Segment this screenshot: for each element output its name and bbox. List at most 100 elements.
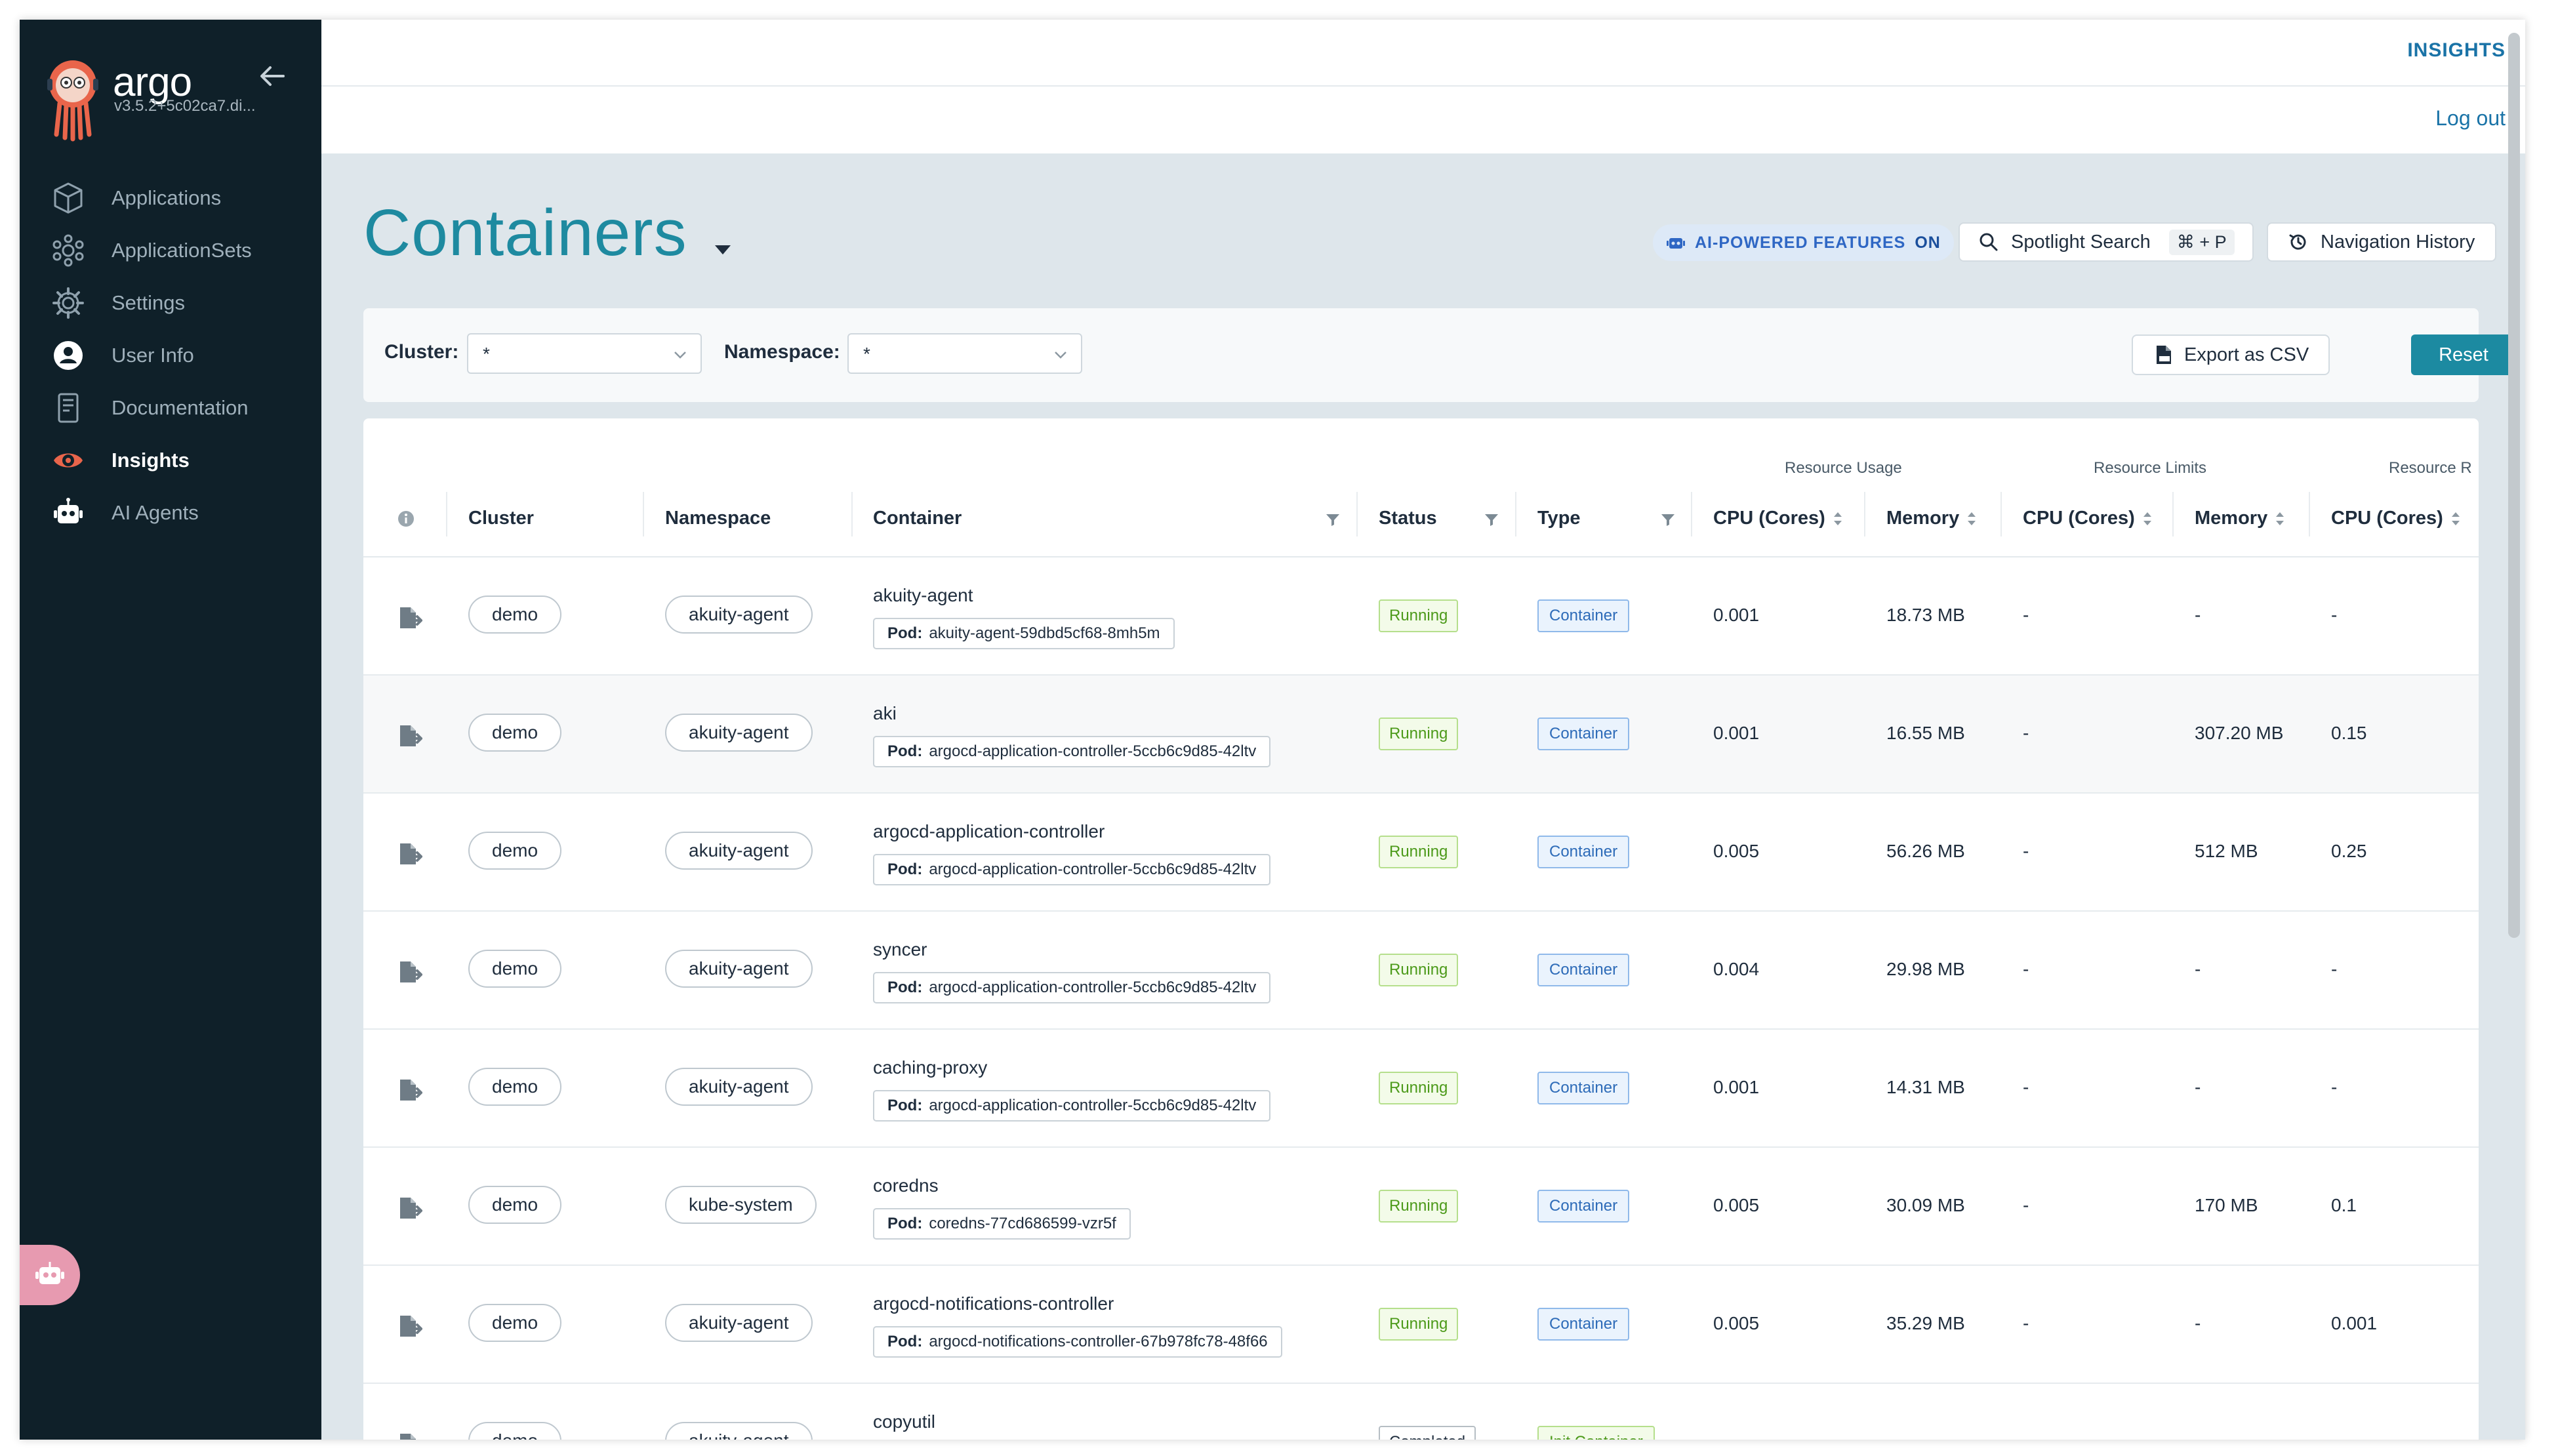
container-name: aki: [873, 703, 897, 723]
main-area: INSIGHTS Log out Containers AI-POWERED F…: [321, 20, 2525, 1440]
column-header-usage-cpu[interactable]: CPU (Cores): [1713, 508, 1844, 529]
column-header-namespace[interactable]: Namespace: [665, 508, 771, 529]
column-header-limit-memory[interactable]: Memory: [2195, 508, 2286, 529]
cluster-tag[interactable]: demo: [468, 596, 562, 634]
namespace-tag[interactable]: akuity-agent: [665, 832, 813, 870]
insights-link[interactable]: INSIGHTS: [2407, 39, 2506, 62]
argo-logo[interactable]: [43, 52, 102, 144]
chevron-down-icon: [674, 352, 686, 359]
container-name: copyutil: [873, 1411, 935, 1432]
info-icon[interactable]: [396, 509, 416, 529]
cluster-select[interactable]: *: [467, 333, 702, 374]
filter-icon[interactable]: [1659, 510, 1677, 529]
filter-icon[interactable]: [1482, 510, 1501, 529]
cluster-tag[interactable]: demo: [468, 1304, 562, 1342]
pod-tag[interactable]: Pod: argocd-notifications-controller-67b9…: [873, 1326, 1282, 1358]
cube-icon: [54, 182, 83, 214]
cluster-tag[interactable]: demo: [468, 1068, 562, 1106]
column-header-status[interactable]: Status: [1379, 508, 1437, 529]
ai-features-toggle[interactable]: AI-POWERED FEATURES ON: [1653, 224, 1954, 261]
sidebar-item-documentation[interactable]: Documentation: [20, 382, 321, 434]
table-row[interactable]: demo akuity-agent argocd-application-contr…: [363, 794, 2479, 912]
open-logs-icon[interactable]: [396, 605, 422, 631]
open-logs-icon[interactable]: [396, 959, 422, 985]
app-window: argo v3.5.2+5c02ca7.di... Applications A…: [20, 20, 2525, 1440]
sidebar-item-ai-agents[interactable]: AI Agents: [20, 487, 321, 539]
namespace-select[interactable]: *: [847, 333, 1082, 374]
namespace-tag[interactable]: akuity-agent: [665, 714, 813, 752]
namespace-tag[interactable]: akuity-agent: [665, 1304, 813, 1342]
table-row[interactable]: demoakuity-agentcopyutilPod:argocd-appli…: [363, 1384, 2479, 1440]
pod-tag[interactable]: Pod: akuity-agent-59dbd5cf68-8mh5m: [873, 618, 1175, 649]
cluster-tag[interactable]: demo: [468, 714, 562, 752]
column-header-limit-cpu[interactable]: CPU (Cores): [2023, 508, 2153, 529]
table-row[interactable]: demo akuity-agent akuity-agent Pod: akuity-a…: [363, 557, 2479, 676]
usage-memory-cell: 56.26 MB: [1886, 841, 1965, 861]
open-logs-icon[interactable]: [396, 723, 422, 749]
sidebar-item-settings[interactable]: Settings: [20, 277, 321, 329]
usage-cpu-cell: 0.005: [1713, 1195, 1760, 1215]
export-csv-button[interactable]: Export as CSV: [2132, 334, 2330, 375]
namespace-tag[interactable]: kube-system: [665, 1186, 817, 1224]
request-cpu-cell: 0.001: [2331, 1313, 2378, 1333]
logout-link[interactable]: Log out: [2435, 106, 2506, 131]
pod-prefix: Pod:: [887, 624, 923, 642]
navigation-history-button[interactable]: Navigation History: [2267, 222, 2496, 262]
usage-memory-cell: 29.98 MB: [1886, 959, 1965, 979]
pod-tag[interactable]: Pod: argocd-application-controller-5ccb6c…: [873, 1090, 1271, 1122]
sidebar-item-user-info[interactable]: User Info: [20, 329, 321, 382]
column-header-request-cpu[interactable]: CPU (Cores): [2331, 508, 2462, 529]
pod-tag[interactable]: Pod: argocd-application-controller-5ccb6c…: [873, 736, 1271, 767]
sidebar-item-applicationsets[interactable]: ApplicationSets: [20, 224, 321, 277]
namespace-tag[interactable]: akuity-agent: [665, 1422, 813, 1440]
table-row[interactable]: demo akuity-agent argocd-notifications-con…: [363, 1266, 2479, 1384]
gear-icon: [52, 287, 84, 319]
reset-button[interactable]: Reset: [2411, 334, 2516, 375]
app-version: v3.5.2+5c02ca7.di...: [114, 97, 256, 115]
caret-down-icon[interactable]: [710, 236, 736, 262]
pod-tag[interactable]: Pod: coredns-77cd686599-vzr5f: [873, 1208, 1131, 1240]
column-header-cluster[interactable]: Cluster: [468, 508, 534, 529]
namespace-tag[interactable]: akuity-agent: [665, 1068, 813, 1106]
cluster-tag[interactable]: demo: [468, 1186, 562, 1224]
type-badge: Container: [1537, 1308, 1630, 1341]
column-header-label: CPU (Cores): [2331, 508, 2443, 529]
column-header-type[interactable]: Type: [1537, 508, 1581, 529]
namespace-tag[interactable]: akuity-agent: [665, 950, 813, 988]
open-logs-icon[interactable]: [396, 1195, 422, 1221]
open-logs-icon[interactable]: [396, 1431, 422, 1440]
page-scrollbar[interactable]: [2508, 33, 2520, 938]
ai-assistant-button[interactable]: [20, 1245, 80, 1305]
table-row[interactable]: demo akuity-agent syncer Pod: argocd-applica…: [363, 912, 2479, 1030]
sidebar-item-applications[interactable]: Applications: [20, 172, 321, 224]
container-name: coredns: [873, 1175, 939, 1196]
table-row[interactable]: demo kube-system coredns Pod: coredns-77cd68…: [363, 1148, 2479, 1266]
filter-icon[interactable]: [1324, 510, 1342, 529]
table-row[interactable]: demo akuity-agent caching-proxy Pod: argocd-…: [363, 1030, 2479, 1148]
column-header-container[interactable]: Container: [873, 508, 962, 529]
cluster-tag[interactable]: demo: [468, 950, 562, 988]
namespace-tag[interactable]: akuity-agent: [665, 596, 813, 634]
open-logs-icon[interactable]: [396, 1313, 422, 1339]
cluster-tag[interactable]: demo: [468, 832, 562, 870]
request-cpu-cell: 0.15: [2331, 723, 2367, 743]
containers-table: Resource Usage Resource Limits Resource …: [363, 418, 2479, 1440]
export-csv-label: Export as CSV: [2184, 344, 2309, 365]
pod-prefix: Pod:: [887, 979, 923, 996]
pod-tag[interactable]: Pod: argocd-application-controller-5ccb6c…: [873, 972, 1271, 1003]
spotlight-search-button[interactable]: Spotlight Search ⌘ + P: [1959, 222, 2254, 262]
pod-tag[interactable]: Pod: argocd-application-controller-5ccb6c…: [873, 854, 1271, 885]
request-cpu-cell: 0.25: [2331, 841, 2367, 861]
cluster-tag[interactable]: demo: [468, 1422, 562, 1440]
column-separator: [643, 492, 644, 536]
open-logs-icon[interactable]: [396, 841, 422, 867]
csv-file-icon: [2157, 346, 2171, 364]
sidebar-item-label: Applications: [112, 186, 222, 209]
type-badge: Container: [1537, 1072, 1630, 1104]
table-row[interactable]: demo akuity-agent aki Pod: argocd-applicatio…: [363, 676, 2479, 794]
column-header-usage-memory[interactable]: Memory: [1886, 508, 1978, 529]
collapse-sidebar-icon[interactable]: [254, 58, 291, 94]
status-badge: Completed: [1379, 1426, 1476, 1440]
sidebar-item-insights[interactable]: Insights: [20, 434, 321, 487]
open-logs-icon[interactable]: [396, 1077, 422, 1103]
